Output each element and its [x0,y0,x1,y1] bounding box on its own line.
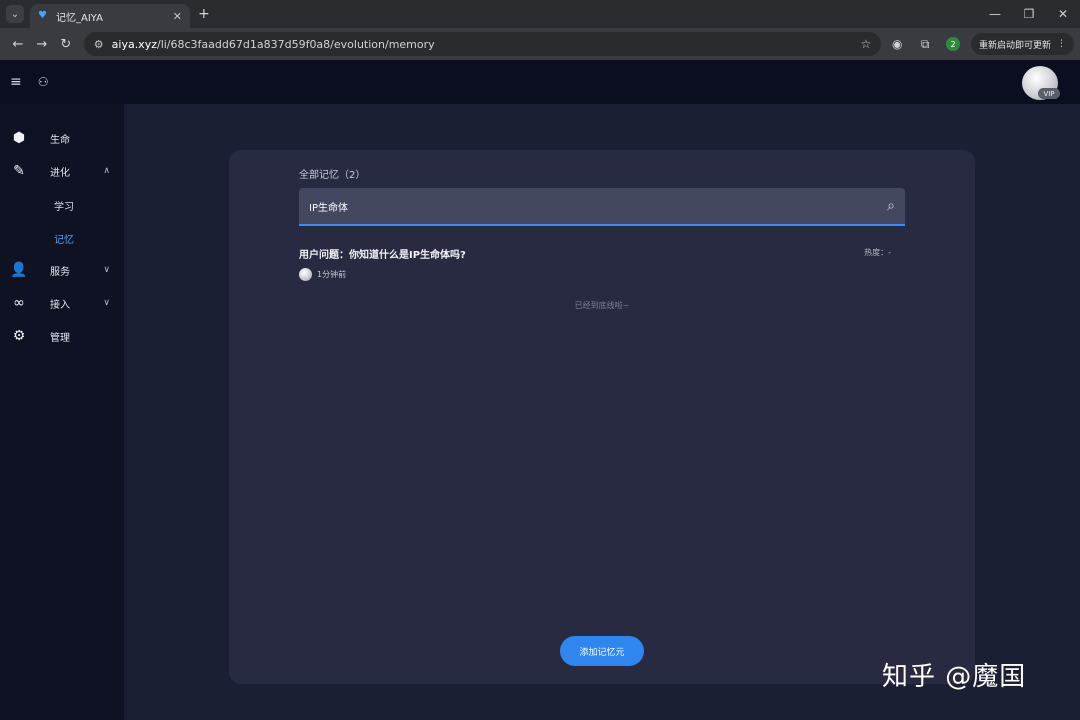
memory-meta: 1分钟前 [299,268,346,281]
browser-toolbar: ← → ↻ ⚙ aiya.xyz/li/68c3faadd67d1a837d59… [0,28,1080,60]
url-path: /li/68c3faadd67d1a837d59f0a8/evolution/m… [156,37,435,51]
add-user-icon: 👤 [10,262,28,278]
vip-badge: VIP [1038,88,1060,99]
url-host: aiya.xyz [111,37,157,51]
chevron-up-icon: ∧ [103,166,110,176]
search-icon[interactable]: ⌕ [887,198,895,214]
sidebar-item-life[interactable]: ⬢ 生命 [0,124,124,152]
window-close-icon[interactable]: ✕ [1046,0,1080,28]
sidebar-subitem-learn[interactable]: 学习 [54,198,74,213]
team-switch-icon[interactable]: ⚇ [38,75,49,89]
profile-badge[interactable]: 2 [941,32,965,56]
update-button[interactable]: 重新启动即可更新 ⋮ [970,33,1074,55]
memory-question: 用户问题：你知道什么是IP生命体吗? [299,250,466,261]
puzzle-extensions-icon[interactable]: ⧉ [913,32,937,56]
life-icon: ⬢ [12,130,26,146]
browser-tab[interactable]: ♥ 记忆_AIYA ✕ [30,4,190,28]
search-field[interactable]: ⌕ [299,188,905,226]
end-of-list-note: 已经到底线啦~ [574,301,630,310]
memory-list-item[interactable]: 用户问题：你知道什么是IP生命体吗? 热度：- 1分钟前 [299,246,905,286]
reload-icon[interactable]: ↻ [54,32,78,56]
sidebar-item-evolution[interactable]: ✎ 进化 ∧ [0,157,124,185]
gear-icon: ⚙ [12,328,26,344]
sidebar-subitem-memory[interactable]: 记忆 [54,231,74,246]
add-memory-button[interactable]: 添加记忆元 [560,636,644,666]
section-title: 全部记忆（2） [299,170,366,181]
chevron-down-icon: ∨ [103,298,110,308]
minimize-icon[interactable]: — [978,0,1012,28]
new-tab-button[interactable]: + [198,6,210,22]
extension-icon[interactable]: ◉ [885,32,909,56]
sidebar-item-label: 生命 [50,134,70,146]
tab-close-icon[interactable]: ✕ [173,10,182,23]
restore-icon[interactable]: ❐ [1012,0,1046,28]
forward-arrow-icon[interactable]: → [30,32,54,56]
memory-heat: 热度：- [864,248,891,257]
heart-favicon-icon: ♥ [38,10,47,21]
window-controls: — ❐ ✕ [978,0,1080,28]
profile-badge-count: 2 [946,37,961,51]
sidebar-item-service[interactable]: 👤 服务 ∨ [0,256,124,284]
memory-panel: 全部记忆（2） ⌕ 用户问题：你知道什么是IP生命体吗? 热度：- 1分钟前 已… [229,150,975,684]
back-arrow-icon[interactable]: ← [6,32,30,56]
tab-search-button[interactable]: ⌄ [6,5,24,23]
sidebar-item-label: 管理 [50,332,70,344]
link-icon: ∞ [13,295,25,311]
bookmark-star-icon[interactable]: ☆ [860,37,871,51]
sidebar-item-label: 服务 [50,266,70,278]
tab-title: 记忆_AIYA [56,12,103,24]
sidebar-item-label: 进化 [50,167,70,179]
sidebar: ⬢ 生命 ✎ 进化 ∧ 学习 记忆 👤 服务 ∨ ∞ 接入 ∨ ⚙ 管理 [0,104,124,720]
address-bar[interactable]: ⚙ aiya.xyz/li/68c3faadd67d1a837d59f0a8/e… [83,32,882,56]
sidebar-item-manage[interactable]: ⚙ 管理 [0,322,124,350]
sidebar-item-integration[interactable]: ∞ 接入 ∨ [0,289,124,317]
memory-time: 1分钟前 [317,270,347,279]
app-header: ≡ ⚇ [0,60,1080,104]
sidebar-item-label: 接入 [50,299,70,311]
url-text: aiya.xyz/li/68c3faadd67d1a837d59f0a8/evo… [112,38,853,51]
hamburger-menu-icon[interactable]: ≡ [10,74,22,90]
update-label: 重新启动即可更新 [978,40,1051,51]
watermark: 知乎 @魔国 [882,662,1027,692]
browser-tab-bar: ⌄ ♥ 记忆_AIYA ✕ + — ❐ ✕ [0,0,1080,28]
more-menu-icon[interactable]: ⋮ [1057,39,1066,49]
site-info-icon[interactable]: ⚙ [94,38,104,51]
chevron-down-icon: ∨ [103,265,110,275]
avatar [299,268,312,281]
magic-wand-icon: ✎ [13,163,25,179]
search-input[interactable] [309,188,888,224]
